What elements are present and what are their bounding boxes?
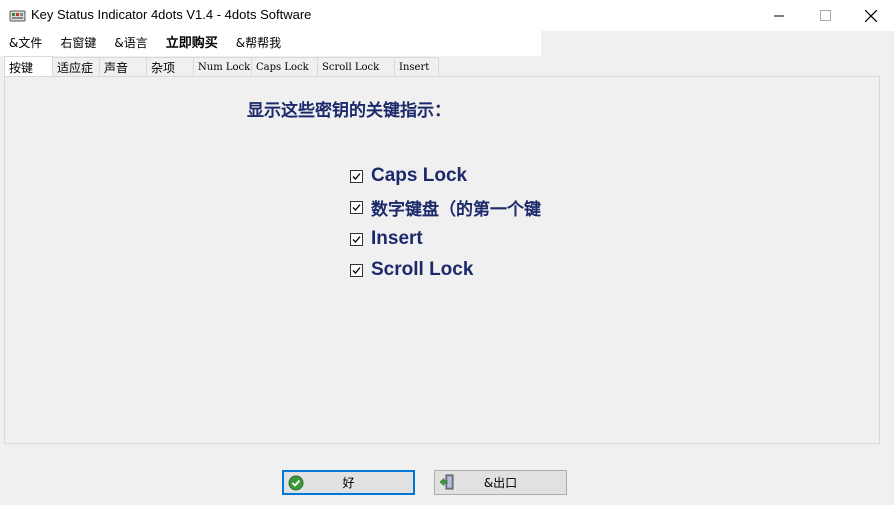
keys-tab-panel: 显示这些密钥的关键指示： Caps Lock 数字键盘（的第一个键 Insert… [4,76,880,444]
checkbox-scroll-lock[interactable] [350,263,363,277]
option-label: Insert [371,228,423,249]
maximize-icon [819,10,831,21]
tab-caps-lock[interactable]: Caps Lock [251,57,318,77]
minimize-button[interactable] [756,0,802,31]
tab-num-lock[interactable]: Num Lock [193,57,252,77]
checkbox-numpad[interactable] [350,200,363,214]
app-keyboard-icon [9,10,26,22]
checkbox-insert[interactable] [350,232,363,246]
option-label: Caps Lock [371,165,468,186]
minimize-icon [773,15,784,17]
window-title: Key Status Indicator 4dots V1.4 - 4dots … [31,7,312,22]
option-insert[interactable]: Insert [350,227,423,251]
menu-help[interactable]: &帮帮我 [227,31,290,56]
maximize-button[interactable] [802,0,848,31]
close-icon [865,9,877,22]
exit-button[interactable]: &出口 [434,470,567,495]
ok-button[interactable]: 好 [282,470,415,495]
menu-right-click[interactable]: 右窗键 [51,31,105,56]
menu-buy-now[interactable]: 立即购买 [157,31,227,56]
checkmark-icon [352,266,361,274]
menu-bar-filler [541,31,894,56]
tab-sounds[interactable]: 声音 [99,57,147,77]
tab-strip: 按键 适应症 声音 杂项 Num Lock Caps Lock Scroll L… [4,56,439,77]
menu-language[interactable]: &语言 [105,31,156,56]
tab-keys[interactable]: 按键 [4,56,53,77]
checkmark-icon [352,203,361,211]
option-label: 数字键盘（的第一个键 [371,199,541,220]
option-label: Scroll Lock [371,259,474,280]
option-numpad[interactable]: 数字键盘（的第一个键 [350,195,541,220]
checkmark-icon [352,172,361,180]
tab-indications[interactable]: 适应症 [52,57,100,77]
menu-file[interactable]: &文件 [0,31,51,56]
option-scroll-lock[interactable]: Scroll Lock [350,258,473,282]
exit-door-icon [439,474,454,490]
tab-misc[interactable]: 杂项 [146,57,194,77]
tab-scroll-lock[interactable]: Scroll Lock [317,57,395,77]
check-circle-icon [288,475,304,491]
panel-heading: 显示这些密钥的关键指示： [247,101,451,121]
close-button[interactable] [848,0,894,31]
menu-bar: &文件 右窗键 &语言 立即购买 &帮帮我 [0,31,541,56]
checkmark-icon [352,235,361,243]
tab-insert[interactable]: Insert [394,57,439,77]
option-caps-lock[interactable]: Caps Lock [350,164,467,188]
title-bar: Key Status Indicator 4dots V1.4 - 4dots … [0,0,894,31]
checkbox-caps-lock[interactable] [350,169,363,183]
